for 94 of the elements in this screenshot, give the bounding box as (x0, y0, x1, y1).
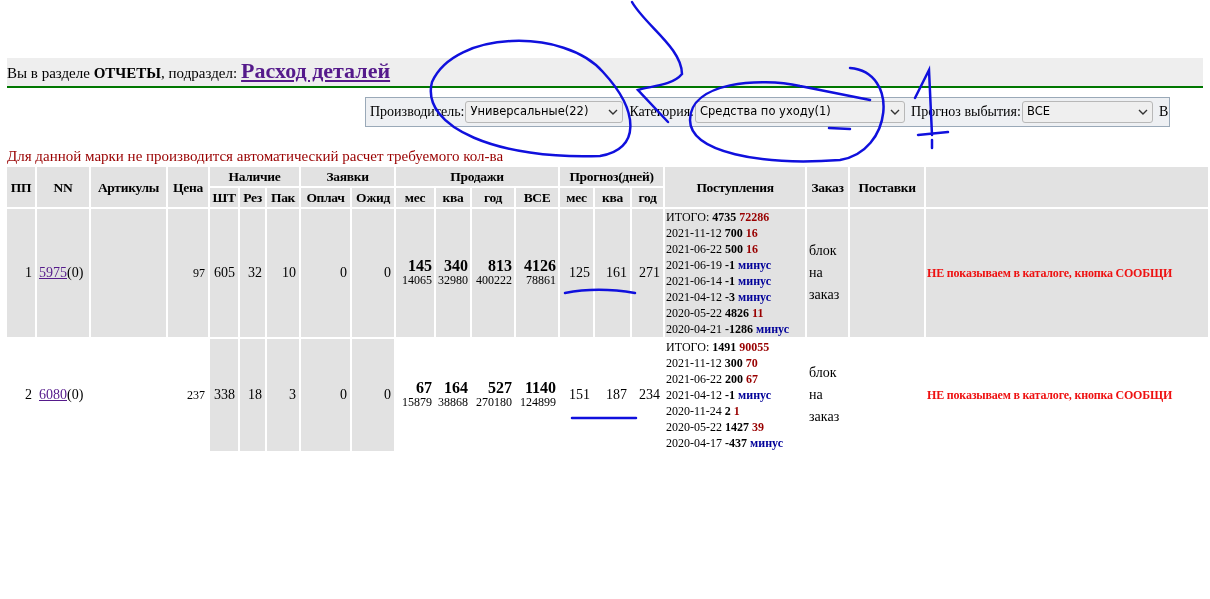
item-link[interactable]: 6080 (39, 387, 67, 402)
column-header: Поставки (850, 167, 925, 207)
arrival-entry: 2021-06-19 -1 минус (666, 257, 773, 273)
sales-count: 527 (487, 380, 513, 395)
sales-amount: 400222 (475, 273, 513, 288)
table-cell-text: 2 (24, 386, 33, 404)
column-header: Пак (267, 188, 299, 207)
arrival-entry: 2021-06-22 500 16 (666, 241, 760, 257)
table-cell-text: блок на заказ (808, 242, 841, 304)
sales-amount: 14065 (401, 273, 433, 288)
table-cell-text: блок на заказ (808, 364, 841, 426)
column-header: ква (436, 188, 471, 207)
table-cell: 0 (301, 209, 350, 337)
filter-select[interactable]: Средства по уходу(1) (695, 101, 905, 123)
arrival-entry: 2020-05-22 4826 11 (666, 305, 765, 321)
column-header: ква (595, 188, 631, 207)
arrival-entry: 2020-11-24 2 1 (666, 403, 741, 419)
column-header: Рез (240, 188, 265, 207)
column-header: Продажи (396, 167, 559, 186)
item-count: (0) (67, 387, 84, 402)
column-header: мес (560, 188, 594, 207)
sales-count: 67 (415, 380, 433, 395)
column-header: год (632, 188, 664, 207)
column-header: NN (37, 167, 89, 207)
column-header: Ожид (352, 188, 395, 207)
table-cell: 0 (352, 209, 395, 337)
sales-amount: 270180 (475, 395, 513, 410)
column-header: Оплач (301, 188, 350, 207)
table-cell-text: 1 (24, 264, 33, 282)
arrival-entry: 2021-06-22 200 67 (666, 371, 760, 387)
warning-message: Для данной марки не производится автоматический расчет требуемого кол-ва (7, 147, 505, 165)
forecast-days: 125 (569, 265, 591, 280)
filter-select[interactable]: Универсальные(22) (465, 101, 624, 123)
item-link[interactable]: 5975 (39, 265, 67, 280)
arrival-entry: 2020-05-22 1427 39 (666, 419, 766, 435)
chevron-down-icon (1137, 109, 1148, 115)
arrival-entry: 2020-04-17 -437 минус (666, 435, 785, 451)
sales-amount: 38868 (438, 395, 469, 410)
column-header: Заказ (807, 167, 849, 207)
arrival-entry: 2021-04-12 -1 минус (666, 387, 773, 403)
column-header: Прогноз(дней) (560, 167, 664, 186)
table-cell: 338 (210, 339, 238, 451)
arrival-entry: 2020-04-21 -1286 минус (666, 321, 791, 337)
column-header: ВСЕ (516, 188, 559, 207)
forecast-days: 151 (569, 387, 591, 402)
sales-count: 1140 (523, 380, 557, 395)
table-cell: 605 (210, 209, 238, 337)
column-header: год (472, 188, 515, 207)
chevron-down-icon (608, 109, 619, 115)
sales-amount: 78861 (525, 273, 557, 288)
subsection-link[interactable]: Расход деталей (241, 58, 391, 84)
arrival-entry: 2021-04-12 -3 минус (666, 289, 773, 305)
table-cell: 3 (267, 339, 299, 451)
sales-count: 813 (487, 258, 513, 273)
forecast-days: 187 (606, 387, 628, 402)
forecast-days: 234 (639, 387, 661, 402)
table-cell-text: 97 (192, 265, 206, 282)
filter-label: В (1157, 103, 1169, 121)
arrivals-total: ИТОГО: 4735 72286 (666, 209, 771, 225)
pen-underline-drawing (570, 416, 638, 420)
item-count: (0) (67, 265, 84, 280)
column-header: Поступления (665, 167, 806, 207)
table-cell: 32 (240, 209, 265, 337)
column-header: Наличие (210, 167, 299, 186)
sales-count: 164 (443, 380, 469, 395)
arrival-entry: 2021-11-12 700 16 (666, 225, 759, 241)
filter-select[interactable]: ВСЕ (1021, 101, 1153, 123)
table-cell: 0 (352, 339, 395, 451)
table-cell: 10 (267, 209, 299, 337)
status-message: НЕ показываем в каталоге, кнопка СООБЩИ (927, 388, 1173, 402)
arrival-entry: 2021-06-14 -1 минус (666, 273, 773, 289)
arrivals-total: ИТОГО: 1491 90055 (666, 339, 771, 355)
column-header: Цена (168, 167, 208, 207)
table-cell: 18 (240, 339, 265, 451)
sales-count: 145 (407, 258, 433, 273)
column-header: Артикулы (91, 167, 166, 207)
arrival-entry: 2021-11-12 300 70 (666, 355, 759, 371)
column-header: ШТ (210, 188, 238, 207)
chevron-down-icon (890, 109, 900, 115)
breadcrumb-text: Вы в разделе ОТЧЕТЫ, подраздел: (7, 63, 238, 83)
table-cell: 0 (301, 339, 350, 451)
status-message: НЕ показываем в каталоге, кнопка СООБЩИ (927, 266, 1173, 280)
column-header: Заявки (301, 167, 395, 186)
sales-amount: 15879 (401, 395, 433, 410)
column-header: мес (396, 188, 435, 207)
forecast-days: 161 (606, 265, 628, 280)
sales-amount: 32980 (438, 273, 469, 288)
table-cell-text: 237 (186, 387, 206, 404)
forecast-days: 271 (639, 265, 661, 280)
pen-dash-drawing (827, 126, 852, 131)
sales-count: 4126 (523, 258, 557, 273)
column-header: ПП (7, 167, 35, 207)
sales-count: 340 (443, 258, 469, 273)
sales-amount: 124899 (519, 395, 557, 410)
